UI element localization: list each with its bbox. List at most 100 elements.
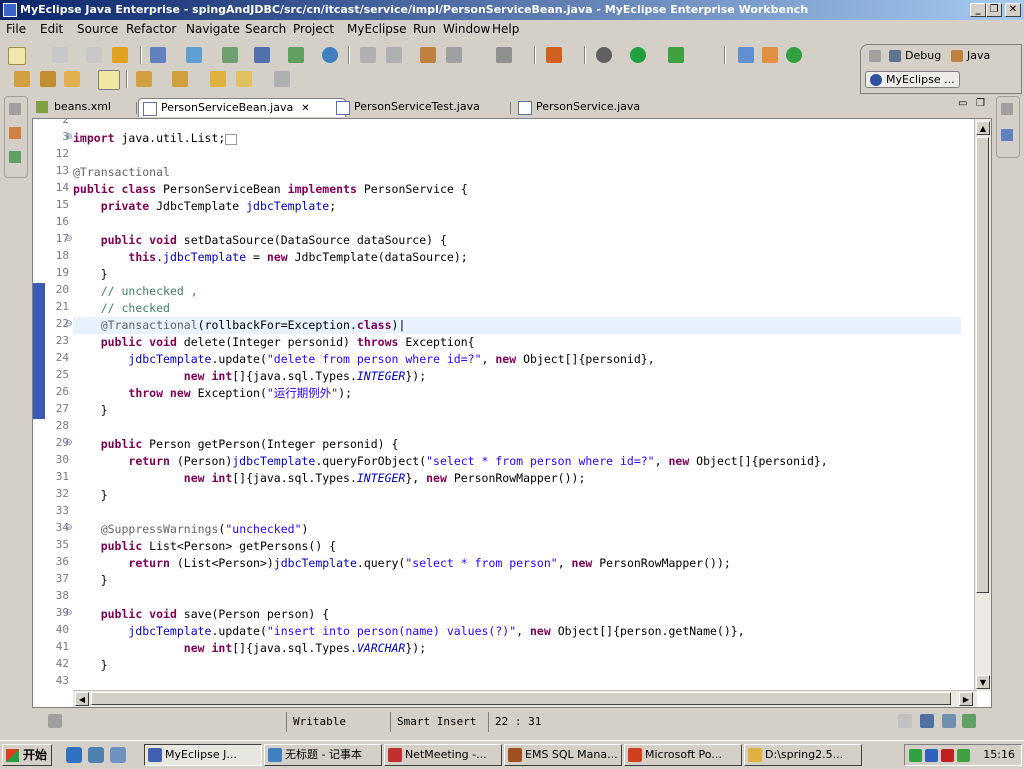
save-icon[interactable] (52, 47, 68, 63)
run-external-icon[interactable] (668, 47, 684, 63)
code-line[interactable]: public void setDataSource(DataSource dat… (73, 232, 961, 249)
code-line[interactable]: @SuppressWarnings("unchecked") (73, 521, 961, 538)
code-line[interactable]: // checked (73, 300, 961, 317)
build-icon[interactable] (40, 71, 56, 87)
volume-tray-icon[interactable] (957, 749, 970, 762)
code-line[interactable]: return (List<Person>)jdbcTemplate.query(… (73, 555, 961, 572)
code-line[interactable]: new int[]{java.sql.Types.VARCHAR}); (73, 640, 961, 657)
fast-view-icon[interactable] (48, 714, 62, 728)
close-button[interactable]: ✕ (1005, 3, 1021, 17)
scroll-left-icon[interactable]: ◀ (75, 692, 89, 706)
code-line[interactable]: } (73, 487, 961, 504)
code-line[interactable]: } (73, 657, 961, 674)
open-perspective-button[interactable] (869, 49, 885, 62)
fold-toggle-icon[interactable]: ⊕ (65, 132, 73, 142)
uml-icon[interactable] (446, 47, 462, 63)
open-project-icon[interactable] (14, 71, 30, 87)
code-line[interactable]: new int[]{java.sql.Types.INTEGER}, new P… (73, 470, 961, 487)
code-line[interactable] (73, 674, 961, 691)
menu-project[interactable]: Project (293, 22, 334, 36)
outlook-quicklaunch-icon[interactable] (88, 747, 104, 763)
print-icon[interactable] (150, 47, 166, 63)
tab-personservicetest-java[interactable]: PersonServiceTest.java (332, 98, 512, 117)
restore-icon[interactable] (1001, 103, 1013, 115)
taskbar-folder[interactable]: D:\spring2.5... (744, 744, 862, 766)
web-browser-icon[interactable] (322, 47, 338, 63)
code-line[interactable] (73, 419, 961, 436)
antivirus-tray-icon[interactable] (941, 749, 954, 762)
back-icon[interactable] (236, 71, 252, 87)
menu-help[interactable]: Help (492, 22, 519, 36)
fold-toggle-icon[interactable]: ⊖ (65, 523, 73, 533)
code-line[interactable]: // unchecked , (73, 283, 961, 300)
tray-icon[interactable] (925, 749, 938, 762)
taskbar-myeclipse[interactable]: MyEclipse J... (144, 744, 262, 766)
run-icon[interactable] (630, 47, 646, 63)
code-line[interactable]: public void delete(Integer personid) thr… (73, 334, 961, 351)
forward-icon[interactable] (274, 71, 290, 87)
new-package-icon[interactable] (288, 47, 304, 63)
code-line[interactable]: public Person getPerson(Integer personid… (73, 436, 961, 453)
menu-source[interactable]: Source (77, 22, 118, 36)
code-line[interactable]: jdbcTemplate.update("delete from person … (73, 351, 961, 368)
window-title-bar[interactable]: MyEclipse Java Enterprise - spingAndJDBC… (0, 0, 1024, 20)
close-tab-icon[interactable]: ✕ (301, 103, 309, 114)
horizontal-scroll-thumb[interactable] (91, 692, 951, 705)
code-line[interactable] (73, 215, 961, 232)
start-button[interactable]: 开始 (2, 744, 52, 766)
desktop-quicklaunch-icon[interactable] (110, 747, 126, 763)
package-explorer-icon[interactable] (9, 127, 21, 139)
ie-quicklaunch-icon[interactable] (66, 747, 82, 763)
minimize-editor-icon[interactable]: ▭ (958, 98, 967, 109)
server-icon[interactable] (546, 47, 562, 63)
deploy-icon[interactable] (112, 47, 128, 63)
code-line[interactable]: } (73, 572, 961, 589)
new-icon[interactable] (8, 47, 26, 65)
fold-toggle-icon[interactable]: ⊖ (65, 319, 73, 329)
db-connect-icon[interactable] (386, 47, 402, 63)
toggle-mark-occurrences-icon[interactable] (98, 70, 120, 90)
taskbar-ems-sql[interactable]: EMS SQL Mana... (504, 744, 622, 766)
open-type-icon[interactable] (738, 47, 754, 63)
code-line[interactable]: this.jdbcTemplate = new JdbcTemplate(dat… (73, 249, 961, 266)
menu-run[interactable]: Run (413, 22, 436, 36)
hierarchy-icon[interactable] (9, 151, 21, 163)
fold-toggle-icon[interactable]: ⊖ (65, 438, 73, 448)
code-line[interactable]: @Transactional(rollbackFor=Exception.cla… (73, 317, 961, 334)
open-resource-icon[interactable] (762, 47, 778, 63)
code-line[interactable]: import java.util.List; (73, 130, 961, 147)
code-line[interactable]: jdbcTemplate.update("insert into person(… (73, 623, 961, 640)
vertical-scrollbar[interactable]: ▲ ▼ (974, 119, 991, 691)
new-class-icon[interactable] (254, 47, 270, 63)
code-area[interactable]: import java.util.List; @Transactional pub… (73, 119, 961, 689)
scroll-right-icon[interactable]: ▶ (959, 692, 973, 706)
monitor-icon[interactable] (496, 47, 512, 63)
code-line[interactable]: new int[]{java.sql.Types.INTEGER}); (73, 368, 961, 385)
restore-view-icon[interactable] (898, 714, 912, 728)
servers-icon[interactable] (962, 714, 976, 728)
code-line[interactable] (73, 504, 961, 521)
taskbar-netmeeting[interactable]: NetMeeting -... (384, 744, 502, 766)
code-line[interactable] (73, 147, 961, 164)
menu-search[interactable]: Search (245, 22, 286, 36)
perspective-java[interactable]: Java (951, 49, 990, 62)
tab-beans-xml[interactable]: beans.xml (32, 98, 132, 117)
outline-icon[interactable] (1001, 129, 1013, 141)
save-all-icon[interactable] (86, 47, 102, 63)
taskbar-notepad[interactable]: 无标题 - 记事本 (264, 744, 382, 766)
debug-icon[interactable] (596, 47, 612, 63)
menu-edit[interactable]: Edit (40, 22, 63, 36)
code-line[interactable]: } (73, 266, 961, 283)
code-line[interactable]: } (73, 402, 961, 419)
perspective-myeclipse[interactable]: MyEclipse ... (865, 71, 960, 88)
code-line[interactable]: public class PersonServiceBean implement… (73, 181, 961, 198)
previous-annotation-icon[interactable] (172, 71, 188, 87)
menu-myeclipse[interactable]: MyEclipse (347, 22, 407, 36)
code-line[interactable]: public void save(Person person) { (73, 606, 961, 623)
new-web-project-icon[interactable] (186, 47, 202, 63)
restore-icon[interactable] (9, 103, 21, 115)
code-line[interactable]: @Transactional (73, 164, 961, 181)
code-line[interactable]: throw new Exception("运行期例外"); (73, 385, 961, 402)
taskbar-powerpoint[interactable]: Microsoft Po... (624, 744, 742, 766)
fold-toggle-icon[interactable]: ⊖ (65, 234, 73, 244)
